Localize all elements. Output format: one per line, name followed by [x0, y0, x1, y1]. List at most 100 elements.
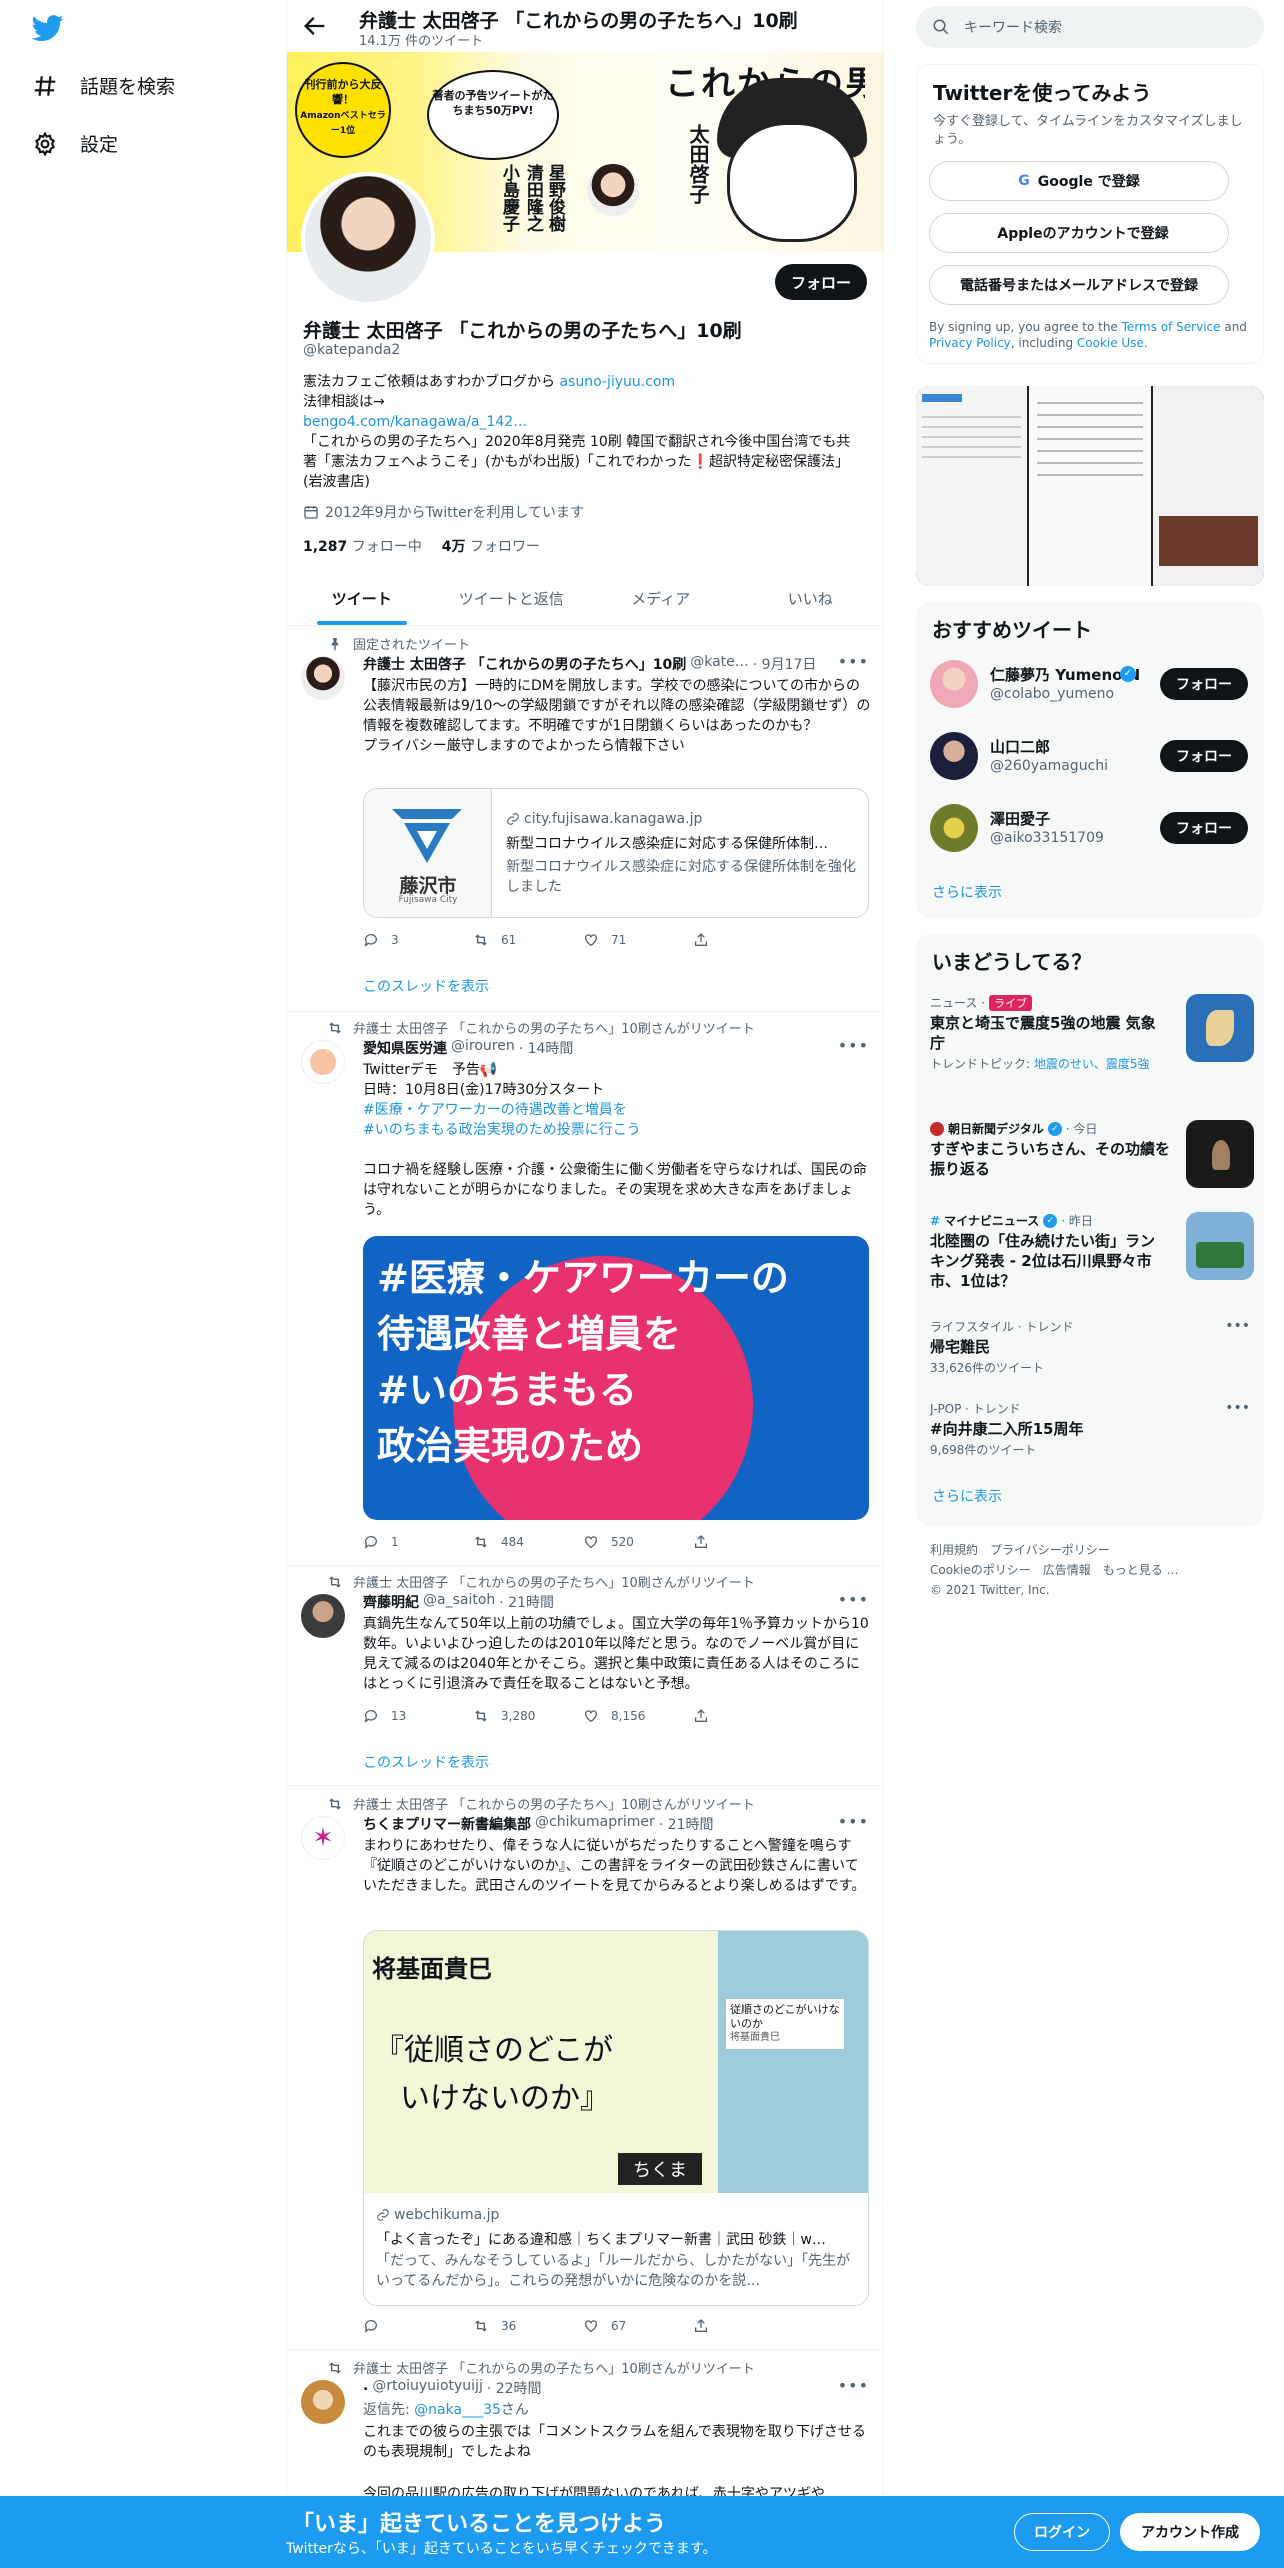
retweet-button[interactable]: 3,280 — [473, 1708, 563, 1724]
following-count[interactable]: 1,287 フォロー中 — [303, 536, 422, 556]
signup-button[interactable]: アカウント作成 — [1120, 2513, 1260, 2551]
tweet-author-name[interactable]: 齊藤明紀 — [363, 1592, 419, 1612]
bio-link-asuno[interactable]: asuno-jiyuu.com — [559, 374, 675, 390]
bio-link-bengo4[interactable]: bengo4.com/kanagawa/a_142… — [303, 414, 527, 430]
follow-button[interactable]: フォロー — [1160, 740, 1248, 772]
reply-button[interactable]: 1 — [363, 1534, 453, 1550]
more-icon[interactable]: ••• — [838, 1036, 869, 1055]
show-thread-link[interactable]: このスレッドを表示 — [363, 1752, 489, 1772]
login-button[interactable]: ログイン — [1014, 2513, 1110, 2551]
terms-link[interactable]: Terms of Service — [1122, 320, 1221, 334]
phone-signup-button[interactable]: 電話番号またはメールアドレスで登録 — [929, 265, 1229, 305]
reply-to-link[interactable]: @naka___35 — [414, 2402, 501, 2418]
like-button[interactable]: 520 — [583, 1534, 673, 1550]
suggestion-item[interactable]: 山口二郎 @260yamaguchi フォロー — [930, 730, 1254, 782]
follow-button[interactable]: フォロー — [1160, 812, 1248, 844]
trend-item[interactable]: J-POP · トレンド #向井康二入所15周年 9,698件のツイート ••• — [930, 1400, 1254, 1460]
tweet-author-name[interactable]: 愛知県医労連 — [363, 1038, 447, 1058]
tab-tweets[interactable]: ツイート — [287, 572, 437, 625]
google-signup-button[interactable]: G Google で登録 — [929, 161, 1229, 201]
reply-icon — [364, 1536, 377, 1549]
share-button[interactable] — [693, 1708, 783, 1724]
trend-item[interactable]: ニュース · ライブ 東京と埼玉で震度5強の地震 気象庁 トレンドトピック: 地… — [930, 994, 1254, 1094]
tweet[interactable]: 弁護士 太田啓子 「これからの男の子たちへ」10刷さんがリツイート ✶ ちくまプ… — [287, 1786, 883, 2350]
tweet[interactable]: 弁護士 太田啓子 「これからの男の子たちへ」10刷さんがリツイート 齊藤明紀 @… — [287, 1566, 883, 1786]
tweet-author-handle[interactable]: @chikumaprimer — [535, 1814, 655, 1834]
search-input[interactable]: キーワード検索 — [964, 17, 1062, 37]
search-box[interactable]: キーワード検索 — [916, 6, 1264, 48]
nav-explore[interactable]: 話題を検索 — [32, 72, 175, 99]
tweet-time[interactable]: · 22時間 — [487, 2378, 542, 2398]
tweet-time[interactable]: · 21時間 — [659, 1814, 714, 1834]
tweet-author-handle[interactable]: @kate… — [690, 654, 749, 674]
show-thread-link[interactable]: このスレッドを表示 — [363, 976, 489, 996]
profile-avatar[interactable] — [301, 172, 435, 306]
apple-signup-button[interactable]: Appleのアカウントで登録 — [929, 213, 1229, 253]
tweet-header: 弁護士 太田啓子 「これからの男の子たちへ」10刷 @kate… · 9月17日 — [363, 654, 871, 674]
tweet-author-name[interactable]: 弁護士 太田啓子 「これからの男の子たちへ」10刷 — [363, 654, 686, 674]
avatar[interactable] — [301, 1594, 345, 1638]
footer-links[interactable]: 利用規約 プライバシーポリシー Cookieのポリシー 広告情報 もっと見る …… — [930, 1540, 1179, 1600]
like-button[interactable]: 8,156 — [583, 1708, 673, 1724]
hashtag-link[interactable]: #医療・ケアワーカーの待遇改善と増員を — [363, 1102, 627, 1118]
followers-count[interactable]: 4万 フォロワー — [442, 536, 540, 556]
suggestion-item[interactable]: 澤田愛子 @aiko33151709 フォロー — [930, 802, 1254, 854]
tweet[interactable]: 固定されたツイート 弁護士 太田啓子 「これからの男の子たちへ」10刷 @kat… — [287, 626, 883, 1012]
tweet-author-handle[interactable]: @a_saitoh — [423, 1592, 495, 1612]
more-icon[interactable]: ••• — [1225, 1400, 1250, 1416]
exclamation-icon: ❗ — [691, 454, 709, 470]
tweet-author-name[interactable]: ちくまプリマー新書編集部 — [363, 1814, 531, 1834]
follow-button[interactable]: フォロー — [775, 264, 867, 300]
nav-settings[interactable]: 設定 — [32, 130, 118, 157]
trend-item[interactable]: 朝日新聞デジタル ✓ · 今日 すぎやまこういちさん、その功績を振り返る — [930, 1120, 1254, 1200]
right-sidebar: キーワード検索 Twitterを使ってみよう 今すぐ登録して、タイムラインをカス… — [900, 0, 1270, 2568]
tab-media[interactable]: メディア — [586, 572, 736, 625]
more-icon[interactable]: ••• — [838, 652, 869, 671]
tweet-time[interactable]: · 14時間 — [519, 1038, 574, 1058]
hashtag-link[interactable]: #いのちまもる政治実現のため投票に行こう — [363, 1122, 641, 1138]
more-icon[interactable]: ••• — [838, 1590, 869, 1609]
share-button[interactable] — [693, 1534, 783, 1550]
privacy-link[interactable]: Privacy Policy — [929, 336, 1011, 350]
tweet-author-handle[interactable]: @irouren — [451, 1038, 515, 1058]
tab-tweets-replies[interactable]: ツイートと返信 — [437, 572, 587, 625]
tweet[interactable]: 弁護士 太田啓子 「これからの男の子たちへ」10刷さんがリツイート 愛知県医労連… — [287, 1012, 883, 1566]
retweet-button[interactable]: 61 — [473, 932, 563, 948]
like-button[interactable]: 67 — [583, 2318, 673, 2334]
twitter-logo-icon[interactable] — [28, 12, 68, 44]
follow-button[interactable]: フォロー — [1160, 668, 1248, 700]
avatar[interactable] — [301, 1040, 345, 1084]
tweet-time[interactable]: · 21時間 — [499, 1592, 554, 1612]
trend-item[interactable]: # マイナビニュース ✓ · 昨日 北陸圏の「住み続けたい街」ランキング発表 - 2位… — [930, 1212, 1254, 1312]
reply-button[interactable]: 13 — [363, 1708, 453, 1724]
share-button[interactable] — [693, 2318, 783, 2334]
more-icon[interactable]: ••• — [838, 1812, 869, 1831]
link-card[interactable]: 将基面貴巳 『従順さのどこが いけないのか』 ちくま 従順さのどこがいけないのか… — [363, 1930, 869, 2306]
show-more-trends-link[interactable]: さらに表示 — [932, 1486, 1002, 1506]
avatar[interactable] — [301, 656, 345, 700]
more-icon[interactable]: ••• — [838, 2376, 869, 2395]
media-grid[interactable] — [916, 386, 1264, 586]
retweet-button[interactable]: 484 — [473, 1534, 563, 1550]
verified-icon: ✓ — [1043, 1213, 1058, 1228]
retweet-button[interactable]: 36 — [473, 2318, 563, 2334]
back-arrow-icon[interactable] — [301, 12, 329, 40]
tweet-time[interactable]: · 9月17日 — [753, 654, 817, 674]
tweet-author-handle[interactable]: @rtoiuyuiotyuijj — [372, 2378, 483, 2398]
tweet-image[interactable]: #医療・ケアワーカーの 待遇改善と増員を #いのちまもる 政治実現のため — [363, 1236, 869, 1520]
like-button[interactable]: 71 — [583, 932, 673, 948]
show-more-link[interactable]: さらに表示 — [932, 882, 1002, 902]
share-button[interactable] — [693, 932, 783, 948]
link-card[interactable]: 藤沢市 Fujisawa City city.fujisawa.kanagawa… — [363, 788, 869, 918]
suggestion-item[interactable]: 仁藤夢乃 Yumeno N ✓ @colabo_yumeno フォロー — [930, 658, 1254, 710]
reply-button[interactable]: 3 — [363, 932, 453, 948]
tab-likes[interactable]: いいね — [736, 572, 884, 625]
trends-box: いまどうしてる？ ニュース · ライブ 東京と埼玉で震度5強の地震 気象庁 トレ… — [916, 934, 1264, 1526]
more-icon[interactable]: ••• — [1225, 1318, 1250, 1334]
avatar[interactable]: ✶ — [301, 1816, 345, 1860]
trend-item[interactable]: ライフスタイル · トレンド 帰宅難民 33,626件のツイート ••• — [930, 1318, 1254, 1378]
avatar[interactable] — [301, 2380, 345, 2424]
cookie-link[interactable]: Cookie Use — [1077, 336, 1144, 350]
reply-button[interactable] — [363, 2318, 453, 2334]
tweet-author-name[interactable]: . — [363, 2378, 368, 2398]
